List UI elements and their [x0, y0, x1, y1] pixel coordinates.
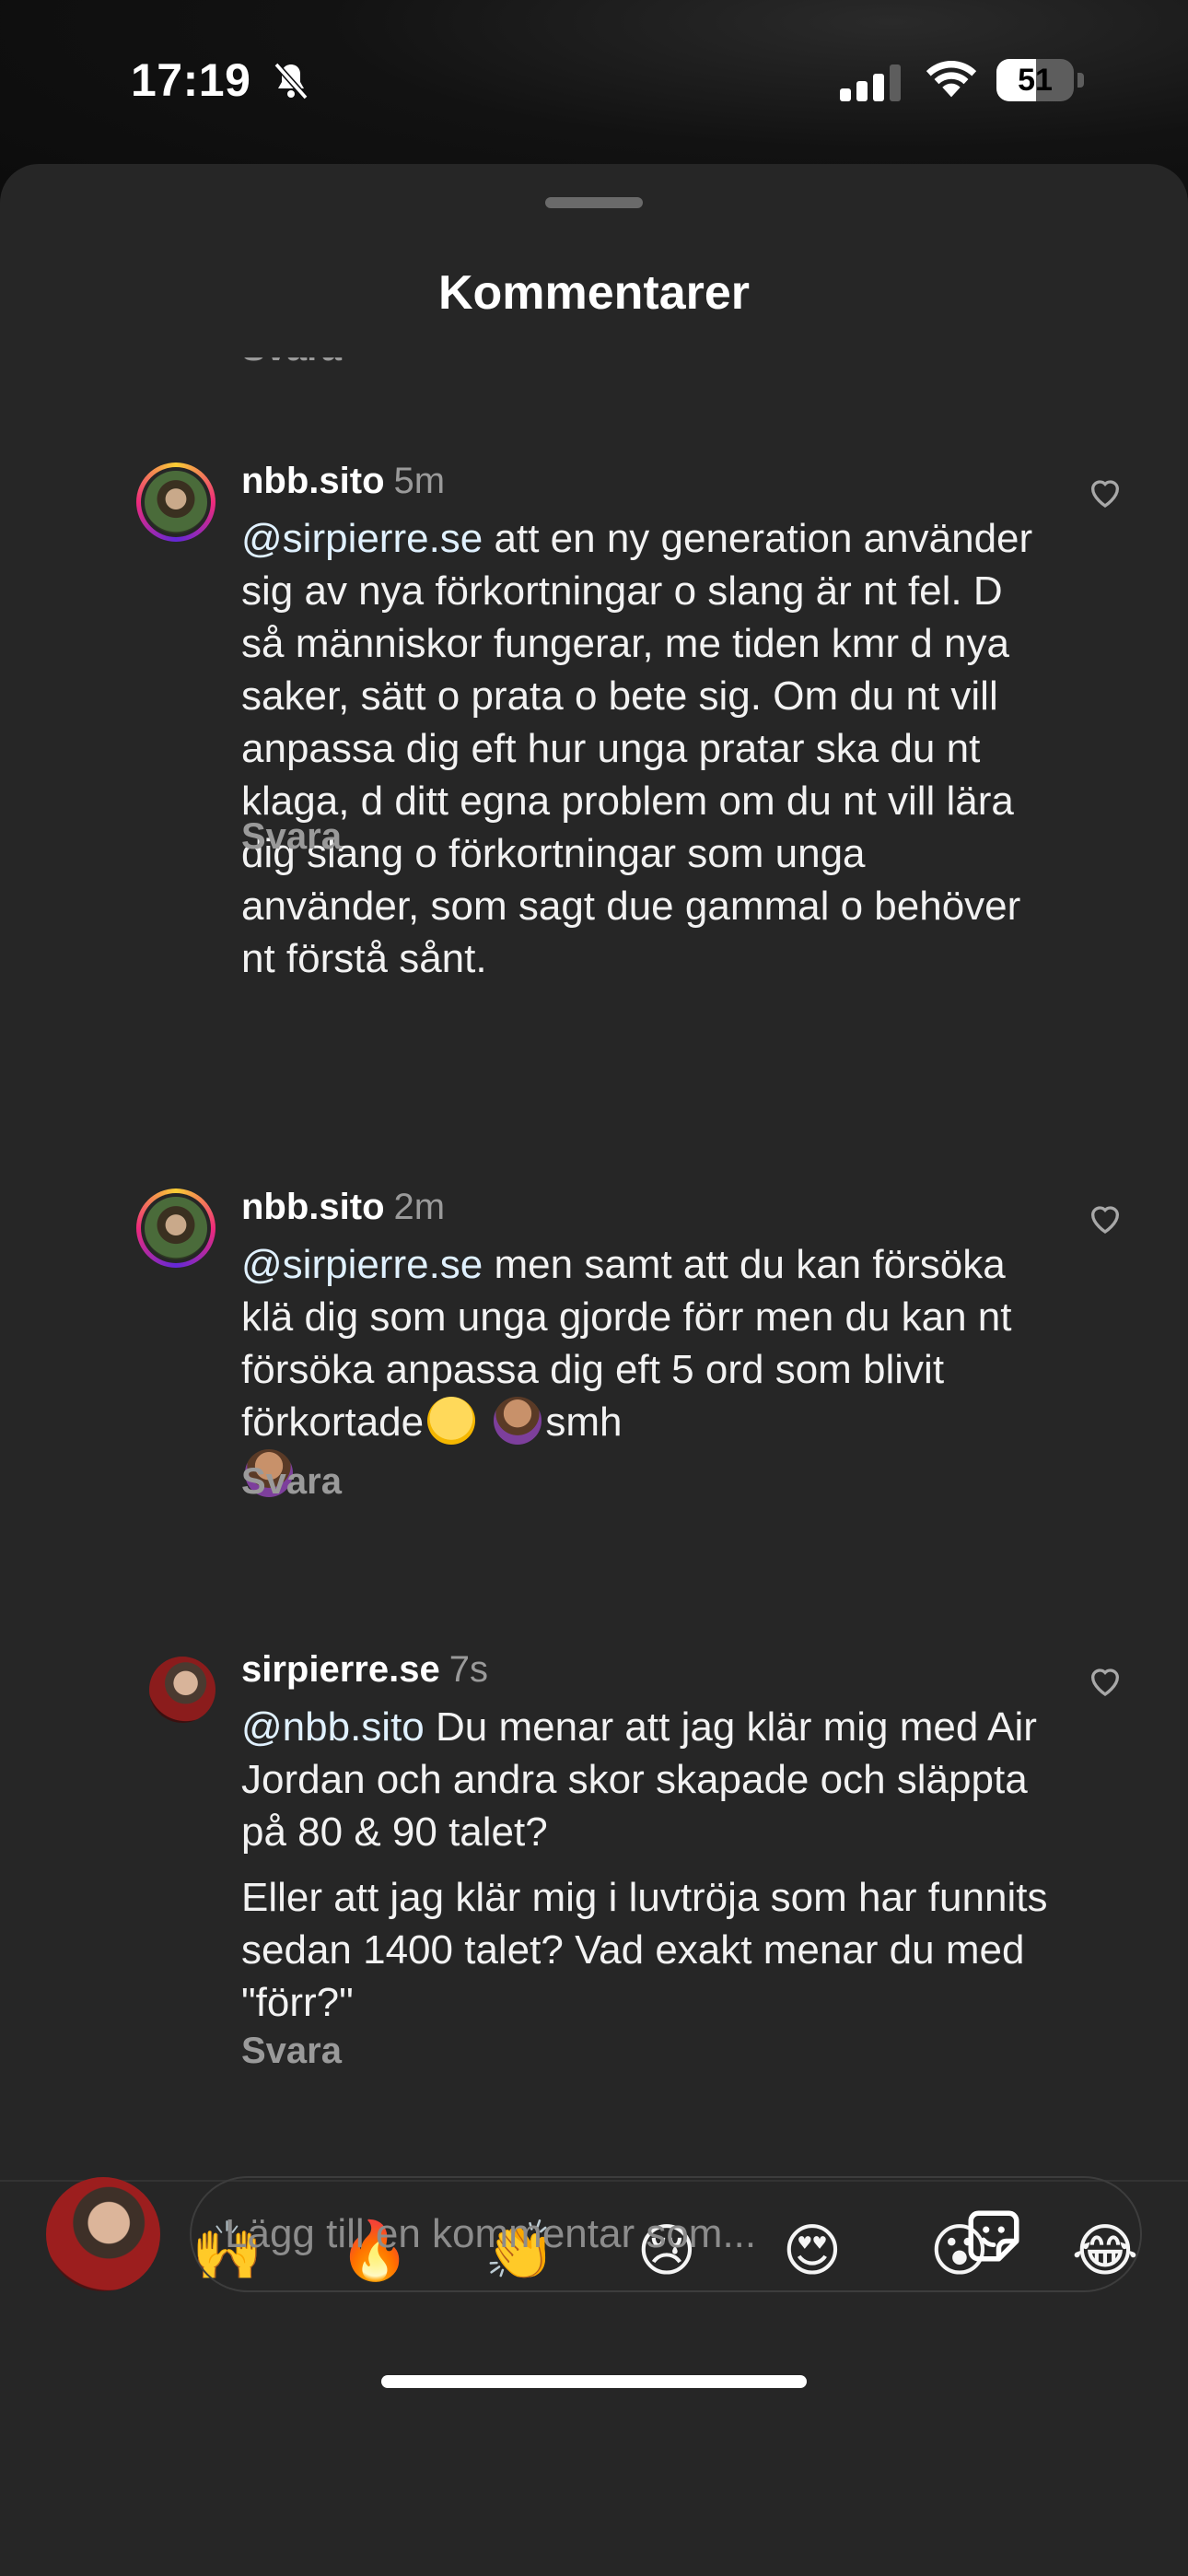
battery-level: 51: [1018, 63, 1053, 98]
comment-input-placeholder: Lägg till en kommentar som...: [225, 2211, 757, 2256]
sheet-title: Kommentarer: [437, 266, 751, 320]
comments-list[interactable]: Svara nbb.sito5m @sirpierre.se att en ny…: [0, 357, 1188, 2180]
comment-time: 2m: [393, 1187, 446, 1227]
comment-meta: nbb.sito 2m: [241, 1187, 445, 1228]
avatar: [46, 2177, 160, 2291]
comment-username[interactable]: nbb.sito: [241, 1187, 385, 1227]
comment-meta: nbb.sito 5m: [241, 461, 445, 502]
comment-text: @sirpierre.se att en ny generation använ…: [241, 516, 1033, 981]
status-time: 17:19: [131, 54, 251, 106]
grinning-emoji-icon: [427, 1397, 476, 1445]
bell-off-icon: [274, 62, 309, 100]
reply-button[interactable]: Svara: [241, 2031, 342, 2072]
reply-button[interactable]: Svara: [241, 357, 342, 369]
status-bar: 17:19 51: [0, 0, 1188, 161]
battery-indicator: 51: [996, 59, 1085, 103]
mention-link[interactable]: @sirpierre.se: [241, 1242, 483, 1287]
heart-outline-icon[interactable]: [1087, 1662, 1124, 1699]
avatar[interactable]: [136, 1188, 215, 1268]
mention-link[interactable]: @nbb.sito: [241, 1704, 425, 1750]
mention-link[interactable]: @sirpierre.se: [241, 516, 483, 561]
facepalm-emoji-icon: [494, 1397, 542, 1445]
avatar[interactable]: [149, 1657, 215, 1723]
comment-text: @sirpierre.se men samt att du kan försök…: [241, 1238, 1052, 1501]
sheet-drag-handle[interactable]: [545, 197, 643, 208]
heart-outline-icon[interactable]: [1087, 1200, 1124, 1236]
avatar[interactable]: [136, 463, 215, 542]
comment-input[interactable]: Lägg till en kommentar som...: [190, 2176, 1142, 2292]
comment-time: 7s: [448, 1649, 488, 1690]
wifi-icon: [926, 61, 977, 98]
heart-outline-icon[interactable]: [1087, 474, 1124, 510]
comments-sheet: Kommentarer Svara nbb.sito5m @sirpierre.…: [0, 164, 1188, 2576]
cellular-signal-icon: [840, 64, 901, 101]
reply-button[interactable]: Svara: [241, 1461, 342, 1503]
comment-meta: sirpierre.se 7s: [241, 1649, 488, 1691]
comment-time: 5m: [393, 461, 446, 501]
home-indicator[interactable]: [381, 2375, 807, 2388]
comment-username[interactable]: sirpierre.se: [241, 1649, 440, 1690]
reply-button[interactable]: Svara: [241, 816, 342, 858]
comment-username[interactable]: nbb.sito: [241, 461, 385, 501]
comment-text: @nbb.sito Du menar att jag klär mig med …: [241, 1704, 1048, 2025]
sticker-icon[interactable]: [963, 2206, 1024, 2266]
